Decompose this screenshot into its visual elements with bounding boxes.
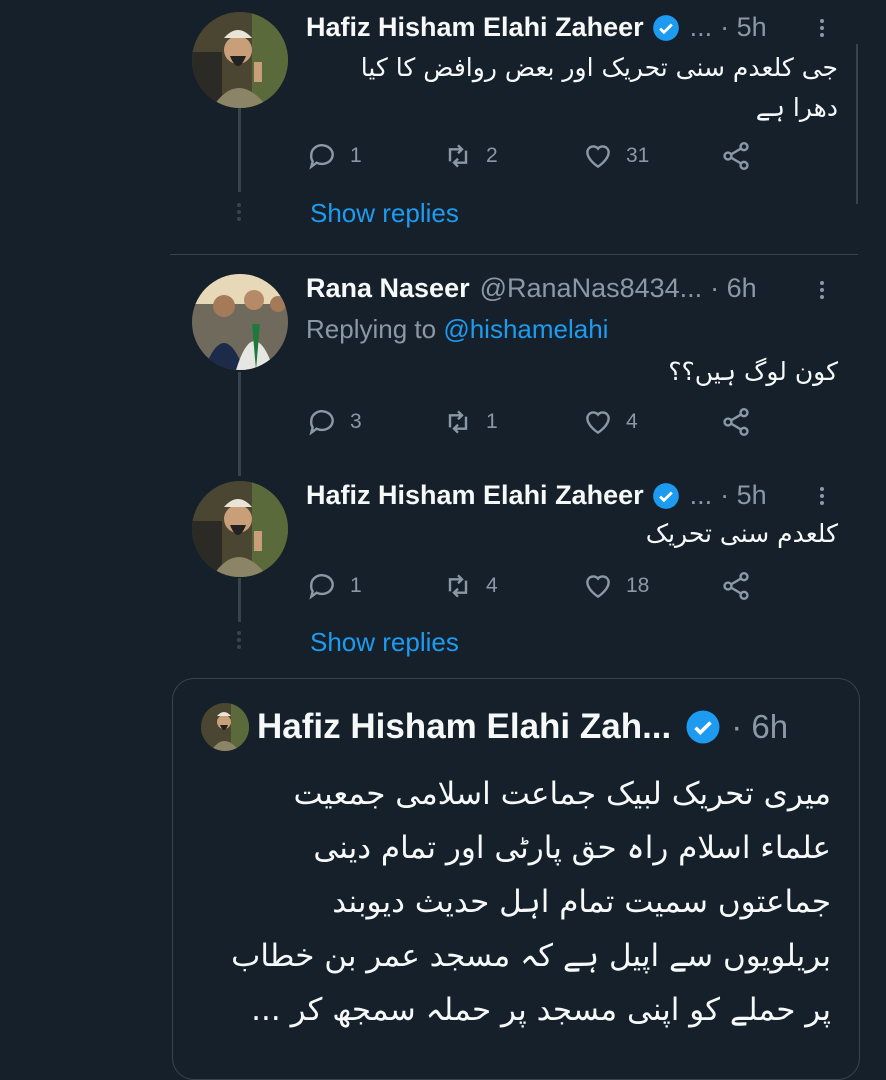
thread-dots [237, 200, 242, 224]
tweet-actions: 1 2 31 [306, 140, 766, 176]
retweet-icon [448, 144, 468, 168]
display-name[interactable]: Hafiz Hisham Elahi Zah... [257, 707, 671, 747]
timestamp[interactable]: · 5h [720, 480, 767, 511]
avatar[interactable] [201, 703, 249, 751]
avatar[interactable] [192, 12, 288, 108]
divider [170, 254, 858, 255]
quoted-tweet-text: میری تحریک لبیک جماعت اسلامی جمعیت علماء… [191, 767, 831, 1037]
name-ellipsis: ... [689, 12, 713, 42]
retweet-button[interactable]: 4 [442, 570, 498, 602]
reply-button[interactable]: 1 [306, 570, 362, 602]
tweet-header: Hafiz Hisham Elahi Zaheer ... · 5h [306, 480, 767, 511]
like-button[interactable]: 18 [582, 570, 649, 602]
tweet-actions: 1 4 18 [306, 570, 766, 606]
replying-to: Replying to @hishamelahi [306, 314, 608, 345]
share-button[interactable] [720, 570, 764, 602]
display-name[interactable]: Hafiz Hisham Elahi Zaheer [306, 480, 644, 511]
verified-badge-icon [686, 710, 720, 744]
tweet-header: Hafiz Hisham Elahi Zaheer ... · 5h [306, 12, 767, 43]
tweet-text-line: کون لوگ ہیں؟؟ [668, 357, 838, 386]
retweet-count: 1 [486, 410, 498, 433]
display-name[interactable]: Hafiz Hisham Elahi Zaheer [306, 12, 644, 43]
more-icon[interactable] [820, 278, 832, 302]
like-count: 4 [626, 410, 638, 433]
share-button[interactable] [720, 406, 764, 438]
reply-button[interactable]: 3 [306, 406, 362, 438]
show-replies-link[interactable]: Show replies [310, 627, 459, 658]
tweet-text-line: میری تحریک لبیک جماعت اسلامی جمعیت [293, 776, 831, 812]
mention-link[interactable]: @hishamelahi [443, 314, 608, 344]
tweet-text-line: کلعدم سنی تحریک [645, 519, 838, 548]
timestamp[interactable]: · 6h [710, 273, 757, 304]
tweet-text-line: دھرا ہے [755, 93, 838, 122]
retweet-count: 4 [486, 574, 498, 597]
share-icon [723, 142, 749, 170]
reply-count: 1 [350, 144, 362, 167]
reply-icon [309, 410, 334, 436]
retweet-button[interactable]: 2 [442, 140, 498, 172]
quoted-tweet-card[interactable]: Hafiz Hisham Elahi Zah... · 6h میری تحری… [172, 678, 860, 1080]
tweet-header: Rana Naseer @RanaNas8434... · 6h [306, 273, 757, 304]
like-count: 18 [626, 574, 650, 597]
thread-dots [237, 628, 242, 652]
share-icon [723, 408, 749, 436]
scrollbar[interactable] [856, 44, 858, 204]
tweet-text-line: جماعتوں سمیت تمام اہل حدیث دیوبند [332, 884, 831, 920]
reply-button[interactable]: 1 [306, 140, 362, 172]
show-replies-link[interactable]: Show replies [310, 198, 459, 229]
display-name[interactable]: Rana Naseer [306, 273, 470, 304]
name-ellipsis: ... [689, 480, 713, 510]
reply-count: 3 [350, 410, 362, 433]
verified-badge-icon [652, 14, 679, 41]
like-button[interactable]: 4 [582, 406, 638, 438]
verified-badge-icon [652, 482, 679, 509]
thread-line [238, 578, 241, 622]
reply-count: 1 [350, 574, 362, 597]
share-button[interactable] [720, 140, 764, 172]
avatar[interactable] [192, 274, 288, 370]
reply-icon [309, 144, 334, 170]
tweet-text-line: بریلویوں سے اپیل ہے کہ مسجد عمر بن خطاب [231, 938, 831, 974]
like-count: 31 [626, 144, 650, 167]
thread-line [238, 106, 241, 192]
tweet-actions: 3 1 4 [306, 406, 766, 442]
timestamp[interactable]: · 6h [731, 708, 788, 746]
more-icon[interactable] [820, 484, 832, 508]
timestamp[interactable]: · 5h [720, 12, 767, 43]
retweet-button[interactable]: 1 [442, 406, 498, 438]
tweet-text-line: جی کلعدم سنی تحریک اور بعض روافض کا کیا [360, 53, 838, 82]
user-handle[interactable]: @RanaNas8434... [480, 273, 703, 304]
share-icon [723, 572, 749, 600]
tweet-text-line: علماء اسلام راہ حق پارٹی اور تمام دینی [313, 830, 831, 866]
tweet-text: کلعدم سنی تحریک [646, 514, 838, 554]
more-icon[interactable] [820, 16, 832, 40]
tweet-text-line: پر حملے کو اپنی مسجد پر حملہ سمجھ کر ... [251, 992, 831, 1028]
retweet-count: 2 [486, 144, 498, 167]
avatar[interactable] [192, 481, 288, 577]
reply-icon [309, 574, 334, 600]
tweet-text: کون لوگ ہیں؟؟ [668, 352, 838, 392]
retweet-icon [448, 410, 468, 434]
tweet-text: جی کلعدم سنی تحریک اور بعض روافض کا کیا … [361, 48, 838, 128]
like-icon [586, 411, 610, 435]
like-icon [586, 145, 610, 169]
quoted-tweet-header: Hafiz Hisham Elahi Zah... · 6h [257, 707, 788, 747]
retweet-icon [448, 574, 468, 598]
like-button[interactable]: 31 [582, 140, 649, 172]
thread-line [238, 372, 241, 476]
replying-prefix: Replying to [306, 314, 444, 344]
like-icon [586, 575, 610, 599]
